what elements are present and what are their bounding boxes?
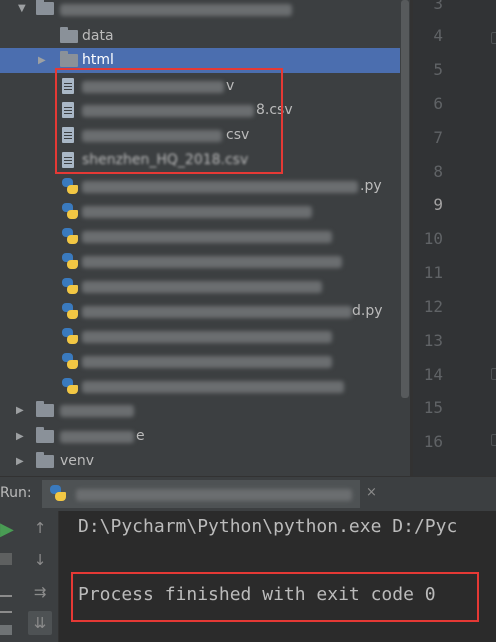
tree-row-py-4[interactable] bbox=[0, 249, 400, 274]
python-file-icon bbox=[62, 253, 78, 269]
annotation-box-exit-message bbox=[71, 572, 479, 622]
redacted-folder-name bbox=[60, 431, 134, 443]
fold-marker-icon[interactable] bbox=[491, 32, 496, 44]
python-file-icon bbox=[62, 303, 78, 319]
folder-label: e bbox=[136, 428, 145, 444]
folder-icon bbox=[60, 51, 78, 67]
tree-row-root[interactable]: ▼ bbox=[0, 0, 400, 25]
redacted-file-name bbox=[82, 206, 312, 218]
python-file-icon bbox=[62, 353, 78, 369]
tree-row-folder-a[interactable]: ▶ bbox=[0, 398, 400, 423]
line-number: 12 bbox=[423, 297, 443, 316]
folder-icon bbox=[36, 0, 54, 15]
redacted-file-name bbox=[82, 331, 332, 343]
redacted-folder-name bbox=[60, 405, 134, 417]
pin-icon[interactable] bbox=[0, 625, 12, 635]
tree-row-py-8[interactable] bbox=[0, 349, 400, 374]
project-scrollbar[interactable] bbox=[400, 0, 410, 476]
run-play-icon[interactable]: ▶ bbox=[0, 519, 14, 540]
redacted-file-name bbox=[82, 281, 322, 293]
python-file-icon bbox=[62, 278, 78, 294]
redacted-file-name bbox=[82, 181, 358, 193]
redacted-file-name bbox=[82, 381, 344, 393]
line-number: 14 bbox=[423, 365, 443, 384]
line-number: 6 bbox=[433, 94, 443, 113]
redacted-file-name bbox=[82, 256, 342, 268]
python-file-icon bbox=[62, 178, 78, 194]
fold-marker-icon[interactable] bbox=[491, 368, 496, 380]
tree-row-py-1[interactable]: .py bbox=[0, 174, 400, 199]
scrollbar-thumb[interactable] bbox=[401, 0, 409, 398]
folder-label: data bbox=[82, 28, 114, 44]
run-panel-header: Run: × bbox=[0, 476, 496, 511]
redacted-file-name bbox=[82, 306, 352, 318]
python-file-icon bbox=[62, 203, 78, 219]
python-file-icon bbox=[62, 228, 78, 244]
layout-icon[interactable] bbox=[0, 595, 12, 613]
fold-marker-icon[interactable] bbox=[491, 434, 496, 446]
line-number: 5 bbox=[433, 60, 443, 79]
file-label: d.py bbox=[352, 303, 383, 319]
folder-icon bbox=[36, 401, 54, 417]
arrow-up-icon[interactable]: ↑ bbox=[22, 519, 58, 537]
redacted-file-name bbox=[82, 231, 332, 243]
folder-icon bbox=[60, 27, 78, 43]
redacted-file-name bbox=[82, 356, 332, 368]
line-number: 15 bbox=[423, 398, 443, 417]
line-number: 3 bbox=[433, 0, 443, 13]
line-number: 10 bbox=[423, 229, 443, 248]
tree-row-py-9[interactable] bbox=[0, 374, 400, 399]
tree-row-py-5[interactable] bbox=[0, 274, 400, 299]
python-file-icon bbox=[50, 485, 66, 501]
tree-row-folder-b[interactable]: ▶ e bbox=[0, 424, 400, 449]
collapsed-arrow-icon[interactable]: ▶ bbox=[16, 398, 24, 423]
run-tool-column: ↑ ↓ ⇉ ⇊ bbox=[22, 511, 59, 642]
soft-wrap-icon[interactable]: ⇉ bbox=[22, 583, 58, 601]
tree-row-data-folder[interactable]: data bbox=[0, 24, 400, 49]
folder-icon bbox=[36, 452, 54, 468]
stop-icon[interactable] bbox=[0, 553, 12, 565]
tree-row-py-7[interactable] bbox=[0, 324, 400, 349]
line-number: 13 bbox=[423, 331, 443, 350]
console-command-line: D:\Pycharm\Python\python.exe D:/Pyc bbox=[78, 516, 458, 537]
expand-arrow-icon[interactable]: ▼ bbox=[18, 0, 26, 21]
folder-icon bbox=[36, 427, 54, 443]
run-config-tab[interactable] bbox=[42, 480, 360, 508]
tree-row-venv-folder[interactable]: ▶ venv bbox=[0, 449, 400, 474]
close-tab-icon[interactable]: × bbox=[366, 485, 377, 500]
tree-row-py-2[interactable] bbox=[0, 199, 400, 224]
redacted-run-config-name bbox=[76, 489, 352, 501]
folder-label: venv bbox=[60, 453, 95, 469]
run-side-toolbar: ▶ bbox=[0, 511, 22, 642]
arrow-down-icon[interactable]: ↓ bbox=[22, 551, 58, 569]
line-number-current: 9 bbox=[433, 195, 443, 214]
editor-gutter: 3 4 5 6 7 8 9 10 11 12 13 14 15 16 bbox=[413, 0, 496, 476]
project-tree-pane: ▼ data ▶ html v 8.csv csv shenzhen_HQ_20… bbox=[0, 0, 400, 476]
scroll-to-end-icon[interactable]: ⇊ bbox=[28, 611, 52, 635]
file-label: .py bbox=[360, 178, 382, 194]
run-label: Run: bbox=[0, 485, 32, 501]
line-number: 4 bbox=[433, 26, 443, 45]
line-number: 7 bbox=[433, 128, 443, 147]
line-number: 16 bbox=[423, 432, 443, 451]
line-number: 11 bbox=[423, 263, 443, 282]
annotation-box-csv-files bbox=[55, 68, 283, 174]
redacted-root-name bbox=[60, 4, 292, 16]
python-file-icon bbox=[62, 328, 78, 344]
console-output: D:\Pycharm\Python\python.exe D:/Pyc Proc… bbox=[59, 511, 496, 642]
collapsed-arrow-icon[interactable]: ▶ bbox=[38, 48, 46, 73]
collapsed-arrow-icon[interactable]: ▶ bbox=[16, 449, 24, 474]
collapsed-arrow-icon[interactable]: ▶ bbox=[16, 424, 24, 449]
line-number: 8 bbox=[433, 162, 443, 181]
tree-row-py-6[interactable]: d.py bbox=[0, 299, 400, 324]
python-file-icon bbox=[62, 378, 78, 394]
tree-row-py-3[interactable] bbox=[0, 224, 400, 249]
